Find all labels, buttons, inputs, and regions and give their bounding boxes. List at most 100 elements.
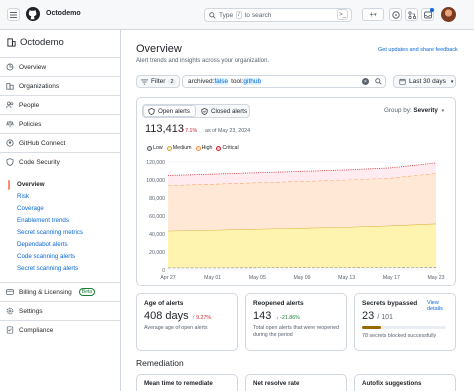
github-logo-icon[interactable]: [26, 7, 40, 21]
overview-icon: [6, 63, 14, 71]
command-palette-button[interactable]: >_: [337, 9, 348, 20]
filter-button[interactable]: Filter 2: [136, 75, 180, 88]
search-placeholder-suffix: to search: [244, 11, 272, 19]
issues-button[interactable]: [389, 8, 402, 21]
subnav-coverage[interactable]: Coverage: [17, 205, 44, 212]
subnav-risk[interactable]: Risk: [17, 193, 29, 200]
y-tick-label: 100,000: [146, 178, 165, 184]
hamburger-icon: [10, 11, 17, 18]
people-icon: [6, 101, 14, 109]
pull-requests-button[interactable]: [405, 8, 418, 21]
sidebar-item-people[interactable]: People: [0, 95, 121, 114]
date-range-value: Last 30 days: [409, 78, 446, 85]
alerts-trend-chart: 120,000 100,000 80,000 60,000 40,000 20,000 0A…: [146, 160, 444, 281]
filter-count: 2: [168, 78, 176, 85]
filter-label: Filter: [151, 78, 166, 85]
shield-icon: [6, 158, 14, 166]
subnav-dependabot-alerts[interactable]: Dependabot alerts: [17, 241, 68, 248]
sidebar-item-policies[interactable]: Policies: [0, 114, 121, 133]
sidebar-item-label: People: [19, 101, 40, 109]
view-details-link[interactable]: View details: [427, 300, 455, 312]
sidebar-item-label: Code Security: [19, 158, 60, 166]
create-new-button[interactable]: + ▾: [362, 8, 384, 21]
sidebar-item-label: Overview: [19, 63, 47, 71]
query-key-tool: tool:: [231, 78, 244, 85]
card-note: 78 secrets blocked successfully: [362, 333, 437, 339]
x-tick-label: May 01: [204, 275, 221, 281]
card-title: Net resolve rate: [253, 380, 300, 387]
search-icon[interactable]: [375, 78, 382, 85]
card-title: Reopened alerts: [253, 300, 304, 307]
terminal-icon: >_: [339, 11, 346, 18]
query-value-archived: false: [214, 78, 229, 85]
mean-time-to-remediate-card: Mean time to remediate: [136, 374, 238, 391]
x-tick-label: Apr 27: [160, 275, 175, 281]
card-delta: ↓ -21.86%: [276, 315, 300, 321]
open-alerts-delta-value: 7.1%: [185, 128, 198, 134]
group-by-select[interactable]: Group by: Severity ▾: [384, 107, 444, 114]
notification-dot: [430, 8, 434, 12]
open-alerts-date: as of May 23, 2024: [205, 128, 251, 134]
filter-input[interactable]: archived: false tool: github: [182, 75, 386, 88]
avatar[interactable]: [441, 7, 456, 22]
x-tick-label: May 05: [249, 275, 266, 281]
sidebar-item-label: Settings: [19, 307, 43, 315]
beta-badge: Beta: [78, 288, 96, 296]
x-tick-label: May 23: [427, 275, 444, 281]
card-title: Secrets bypassed: [362, 300, 418, 307]
menu-button[interactable]: [7, 8, 20, 21]
age-of-alerts-card: Age of alerts 408 days ↑ 9.27% Average a…: [136, 293, 238, 351]
search-icon: [209, 11, 216, 19]
sidebar-title: Octodemo: [20, 37, 64, 48]
query-value-tool: github: [243, 78, 262, 85]
checklist-icon: [6, 326, 14, 334]
y-tick-label: 0: [162, 268, 165, 274]
tab-label: Open alerts: [158, 107, 190, 115]
sidebar-item-settings[interactable]: Settings: [0, 301, 121, 320]
search-input[interactable]: Type / to search: [204, 8, 352, 22]
autofix-suggestions-card: Autofix suggestions: [354, 374, 456, 391]
card-value-total: / 101: [377, 314, 393, 321]
tab-open-alerts[interactable]: Open alerts: [143, 105, 196, 117]
sidebar-item-compliance[interactable]: Compliance: [0, 320, 121, 339]
card-note: Average age of open alerts: [144, 325, 208, 331]
sidebar-item-overview[interactable]: Overview: [0, 57, 121, 76]
sidebar-item-github-connect[interactable]: GitHub Connect: [0, 133, 121, 152]
shield-icon: [148, 107, 155, 115]
subnav-code-scanning-alerts[interactable]: Code scanning alerts: [17, 253, 75, 260]
feedback-link[interactable]: Get updates and share feedback: [378, 47, 458, 53]
sidebar-item-billing[interactable]: Billing & Licensing Beta: [0, 282, 121, 301]
subnav-secret-scanning-alerts[interactable]: Secret scanning alerts: [17, 265, 78, 272]
x-tick-label: May 09: [293, 275, 310, 281]
sidebar-item-code-security[interactable]: Code Security: [0, 152, 121, 171]
group-by-label: Group by:: [384, 107, 412, 114]
org-name[interactable]: Octodemo: [46, 10, 81, 17]
tab-closed-alerts[interactable]: Closed alerts: [197, 105, 251, 117]
clear-filter-icon[interactable]: ×: [362, 78, 369, 85]
subnav-secret-scanning-metrics[interactable]: Secret scanning metrics: [17, 229, 83, 236]
x-tick-label: May 17: [383, 275, 400, 281]
y-tick-label: 60,000: [149, 214, 165, 220]
search-placeholder: Type: [219, 11, 234, 19]
sidebar-item-organizations[interactable]: Organizations: [0, 76, 121, 95]
group-by-value: Severity: [413, 107, 438, 114]
subnav-enablement-trends[interactable]: Enablement trends: [17, 217, 69, 224]
sidebar-item-label: Billing & Licensing: [19, 288, 72, 296]
github-icon: [6, 139, 14, 147]
card-title: Age of alerts: [144, 300, 184, 307]
card-value-number: 23: [362, 310, 375, 322]
y-tick-label: 40,000: [149, 232, 165, 238]
active-indicator: [8, 180, 10, 190]
inbox-button[interactable]: [421, 8, 434, 21]
sidebar-item-label: Organizations: [19, 82, 60, 90]
sidebar: Octodemo Overview Organizations People P…: [0, 30, 121, 391]
chevron-down-icon: ▾: [441, 108, 445, 114]
card-note: Total open alerts that were reopened dur…: [253, 325, 339, 338]
date-range-select[interactable]: Last 30 days ▾: [393, 75, 456, 88]
open-alerts-delta: ↑ 7.1%: [181, 128, 197, 134]
card-delta: ↑ 9.27%: [192, 315, 212, 321]
sidebar-header: Octodemo: [7, 37, 64, 48]
subnav-overview[interactable]: Overview: [17, 181, 45, 188]
tab-label: Closed alerts: [211, 107, 248, 115]
issue-opened-icon: [391, 10, 400, 19]
